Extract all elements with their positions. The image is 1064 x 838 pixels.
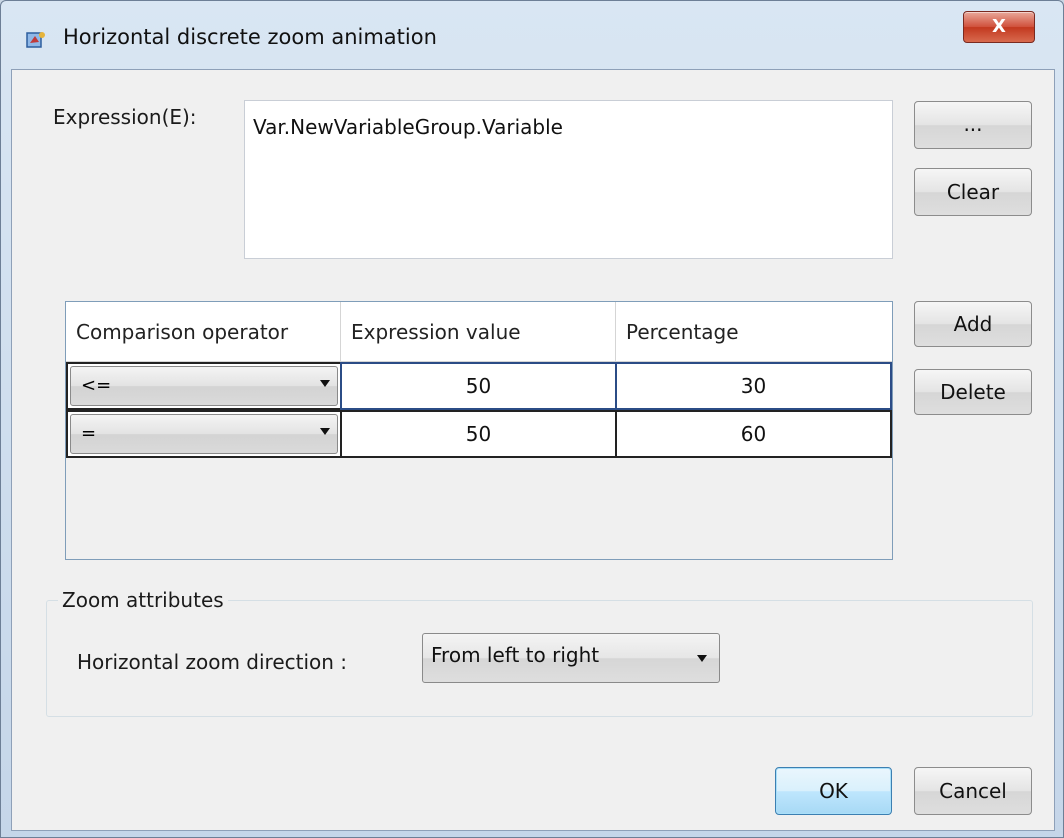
header-comparison-operator: Comparison operator — [66, 302, 341, 362]
percentage-cell[interactable]: 30 — [615, 362, 892, 410]
operator-select[interactable]: <= — [66, 362, 342, 410]
close-button[interactable]: X — [963, 11, 1035, 43]
zoom-direction-select[interactable]: From left to right — [422, 633, 720, 683]
zoom-direction-value: From left to right — [431, 643, 600, 667]
title-bar[interactable]: Horizontal discrete zoom animation X — [1, 1, 1063, 71]
app-icon — [26, 32, 45, 48]
chevron-down-icon — [320, 428, 330, 435]
window-title: Horizontal discrete zoom animation — [63, 25, 437, 49]
percentage-cell[interactable]: 60 — [615, 410, 892, 458]
cancel-button[interactable]: Cancel — [914, 767, 1032, 815]
add-button[interactable]: Add — [914, 301, 1032, 347]
dialog-body: Expression(E): Var.NewVariableGroup.Vari… — [11, 69, 1055, 831]
expression-value-cell[interactable]: 50 — [340, 362, 617, 410]
ok-button[interactable]: OK — [775, 767, 892, 815]
zoom-direction-label: Horizontal zoom direction : — [77, 650, 348, 674]
expression-input[interactable]: Var.NewVariableGroup.Variable — [244, 100, 893, 259]
condition-table: Comparison operator Expression value Per… — [65, 301, 893, 560]
expression-value-cell[interactable]: 50 — [340, 410, 617, 458]
header-percentage: Percentage — [616, 302, 892, 362]
operator-select-value: = — [70, 414, 338, 454]
zoom-attributes-title: Zoom attributes — [58, 588, 228, 612]
clear-button[interactable]: Clear — [914, 168, 1032, 216]
dialog-window: Horizontal discrete zoom animation X Exp… — [0, 0, 1064, 838]
delete-button[interactable]: Delete — [914, 369, 1032, 415]
chevron-down-icon — [697, 655, 707, 662]
chevron-down-icon — [320, 380, 330, 387]
browse-button[interactable]: ... — [914, 101, 1032, 149]
operator-select-value: <= — [70, 366, 338, 406]
header-expression-value: Expression value — [341, 302, 616, 362]
expression-label: Expression(E): — [53, 105, 197, 129]
expression-value: Var.NewVariableGroup.Variable — [253, 115, 563, 139]
operator-select[interactable]: = — [66, 410, 342, 458]
